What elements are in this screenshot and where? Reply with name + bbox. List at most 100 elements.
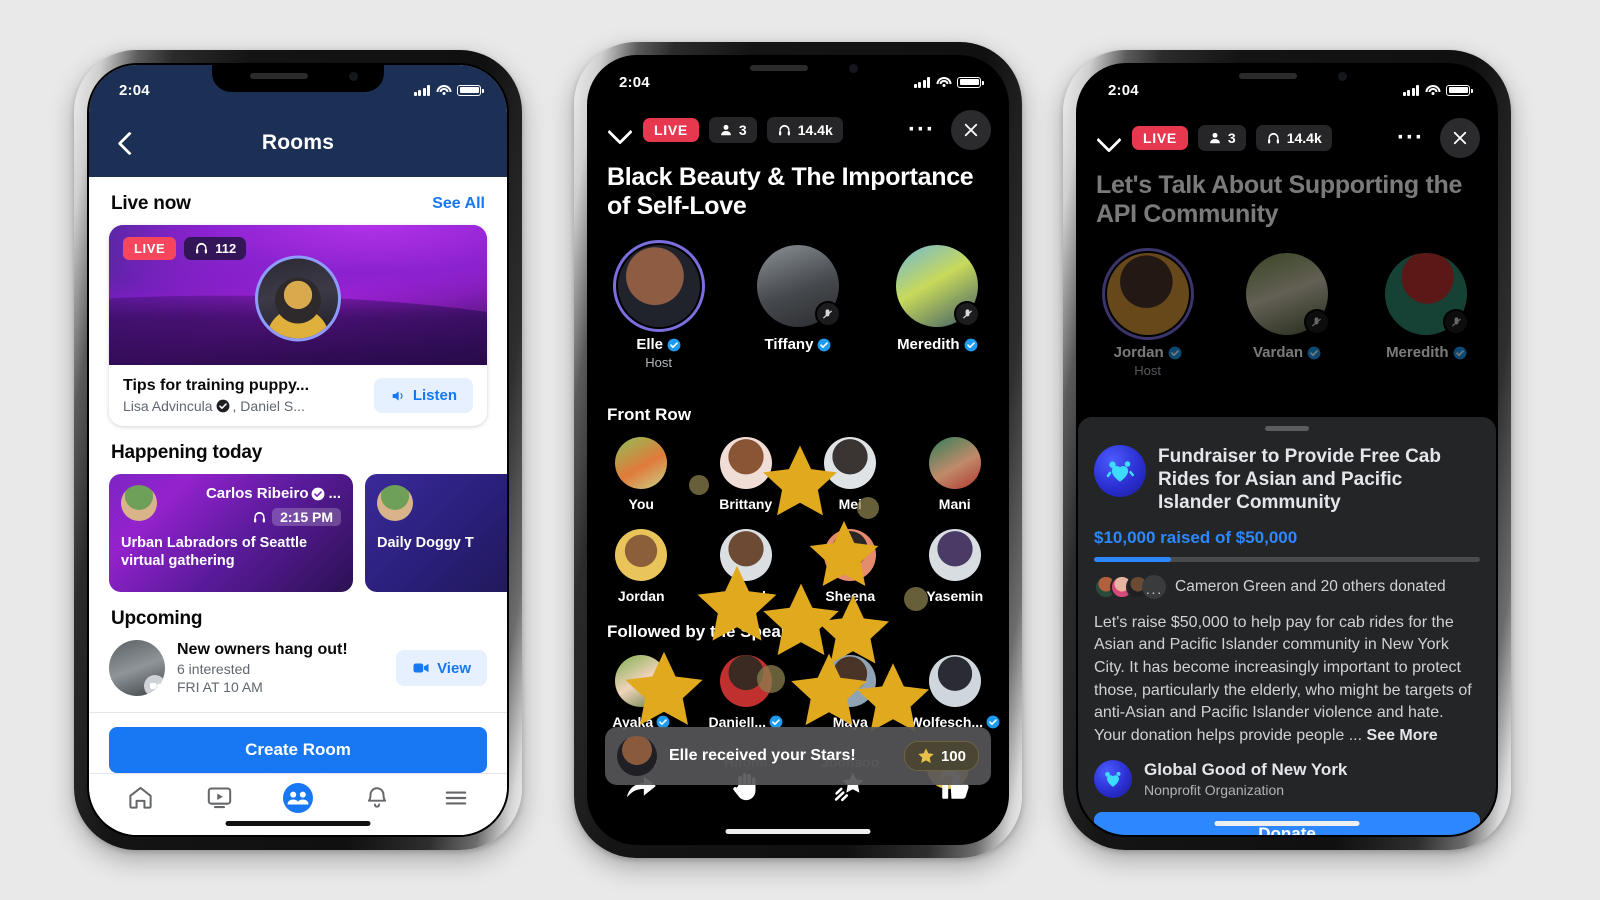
live-room-card[interactable]: LIVE 112 Tips for training puppy... Lisa… [109, 225, 487, 426]
charity-logo-icon [1094, 445, 1146, 497]
close-button[interactable] [951, 110, 991, 150]
tab-notifications[interactable] [356, 781, 398, 815]
home-indicator-3 [1214, 821, 1360, 826]
followed-row: Ayaka Daniell... Maya Wolfesch... [589, 655, 1007, 730]
list-item[interactable]: Brittany [694, 437, 799, 512]
listen-button[interactable]: Listen [373, 378, 473, 413]
status-indicators [1402, 84, 1473, 96]
upcoming-list-item[interactable]: New owners hang out! 6 interested FRI AT… [89, 636, 507, 713]
speaker-tiffany[interactable]: Tiffany [728, 245, 867, 370]
back-chevron-icon[interactable] [111, 128, 141, 158]
headphones-icon [1267, 132, 1279, 143]
audience-name: Jordan [617, 588, 665, 604]
live-card-badges: LIVE 112 [123, 237, 247, 260]
list-item[interactable]: Mani [903, 437, 1008, 512]
list-item[interactable]: You [589, 437, 694, 512]
happening-card-1[interactable]: Carlos Ribeiro ... 2:15 PM Urban Labrado… [109, 474, 353, 592]
organization-row[interactable]: Global Good of New York Nonprofit Organi… [1094, 759, 1480, 798]
front-row-heading: Front Row [607, 405, 692, 424]
list-item[interactable]: Ayaka [589, 655, 694, 730]
speaker-elle[interactable]: Elle Host [589, 240, 728, 370]
chevron-down-icon[interactable] [1094, 124, 1122, 152]
happening-card-1-host-suffix: ... [328, 485, 341, 502]
front-row-1: You Brittany Mei Mani [589, 437, 1007, 512]
fundraiser-sheet: Fundraiser to Provide Free Cab Rides for… [1078, 417, 1496, 835]
star-icon [918, 748, 934, 763]
avatar [612, 240, 705, 332]
donors-row[interactable]: ··· Cameron Green and 20 others donated [1094, 574, 1480, 599]
happening-card-2[interactable]: Dina T 8:3 Daily Doggy T [365, 474, 507, 592]
star-count-pill: 100 [903, 741, 979, 771]
donor-avatars: ··· [1094, 574, 1166, 599]
tab-watch[interactable] [198, 781, 240, 815]
headphones-icon [778, 124, 790, 135]
listener-count-value: 14.4k [1286, 130, 1322, 146]
live-badge: LIVE [123, 237, 177, 260]
verified-badge-icon [312, 487, 325, 500]
battery-icon [1446, 84, 1473, 96]
see-more-link[interactable]: See More [1367, 727, 1438, 744]
phone-1-bezel: 2:04 Rooms Live now See All LIVE 112 Tip… [87, 63, 509, 837]
speaker-count-value: 3 [1227, 130, 1236, 146]
avatar [928, 437, 981, 489]
toast-message: Elle received your Stars! [669, 747, 856, 764]
upcoming-item-when: FRI AT 10 AM [177, 679, 263, 695]
list-item[interactable]: Jordan [589, 529, 694, 604]
live-badge: LIVE [1132, 126, 1188, 150]
fundraiser-progress-bar [1094, 556, 1480, 562]
phone-2-bezel: 2:04 LIVE 3 14.4k ··· Black Beauty & The… [587, 55, 1009, 845]
audience-name: Yasemin [926, 588, 984, 604]
list-item[interactable]: Yogesh [694, 529, 799, 604]
happening-card-2-description: Daily Doggy T [377, 535, 474, 551]
list-item[interactable]: Mei [798, 437, 903, 512]
bell-icon [367, 786, 386, 808]
list-item[interactable]: Wolfesch... [903, 655, 1008, 730]
tab-groups[interactable] [277, 781, 319, 815]
tab-home[interactable] [119, 781, 161, 815]
more-options-icon[interactable]: ··· [1391, 126, 1430, 150]
live-card-host-rest: , Daniel S... [232, 398, 305, 414]
live-badge: LIVE [643, 118, 699, 142]
sheet-grabber[interactable] [1265, 426, 1309, 431]
happening-today-title: Happening today [111, 442, 263, 463]
speaker-count-chip: 3 [1197, 125, 1246, 151]
tab-menu[interactable] [435, 781, 477, 815]
live-card-meta: Tips for training puppy... Lisa Advincul… [109, 365, 487, 426]
happening-card-1-time-value: 2:15 PM [272, 508, 341, 526]
phone-device-1: 2:04 Rooms Live now See All LIVE 112 Tip… [74, 50, 522, 850]
speakers-row-2: Elle Host Tiffany Meredith [589, 240, 1007, 370]
speaker-name: Meredith [897, 336, 978, 353]
phone-2-screen: 2:04 LIVE 3 14.4k ··· Black Beauty & The… [589, 57, 1007, 843]
chevron-down-icon[interactable] [605, 116, 633, 144]
listener-count-chip: 14.4k [1255, 125, 1332, 151]
host-avatar [255, 255, 341, 342]
fundraiser-title: Fundraiser to Provide Free Cab Rides for… [1158, 446, 1441, 514]
see-all-link[interactable]: See All [432, 195, 485, 213]
view-button[interactable]: View [396, 650, 487, 686]
close-button[interactable] [1440, 118, 1480, 158]
cellular-bars-icon [913, 76, 930, 88]
more-options-icon[interactable]: ··· [902, 118, 941, 142]
list-item[interactable]: Daniell... [694, 655, 799, 730]
room-topbar-3: LIVE 3 14.4k ··· [1078, 109, 1496, 167]
bubble-decoration [904, 587, 928, 611]
happening-today-carousel[interactable]: Carlos Ribeiro ... 2:15 PM Urban Labrado… [89, 470, 507, 592]
status-time: 2:04 [1108, 81, 1139, 99]
avatar [756, 245, 841, 327]
live-card-host-name: Lisa Advincula [123, 398, 213, 414]
organization-type: Nonprofit Organization [1144, 781, 1285, 798]
upcoming-item-title: New owners hang out! [177, 641, 348, 658]
charity-logo-icon [1094, 759, 1132, 798]
speaker-meredith[interactable]: Meredith [868, 245, 1007, 370]
groups-icon [282, 782, 313, 813]
stars-toast[interactable]: Elle received your Stars! 100 [605, 727, 991, 785]
speaker-name: Elle [636, 336, 681, 353]
phone-1-screen: 2:04 Rooms Live now See All LIVE 112 Tip… [89, 65, 507, 835]
create-room-button[interactable]: Create Room [109, 727, 487, 773]
happening-card-1-description: Urban Labradors of Seattle virtual gathe… [121, 535, 308, 570]
list-item[interactable]: Maya [798, 655, 903, 730]
organization-name: Global Good of New York [1144, 759, 1348, 779]
list-item[interactable]: Sheena [798, 529, 903, 604]
avatar [928, 655, 981, 707]
avatar [928, 529, 981, 581]
